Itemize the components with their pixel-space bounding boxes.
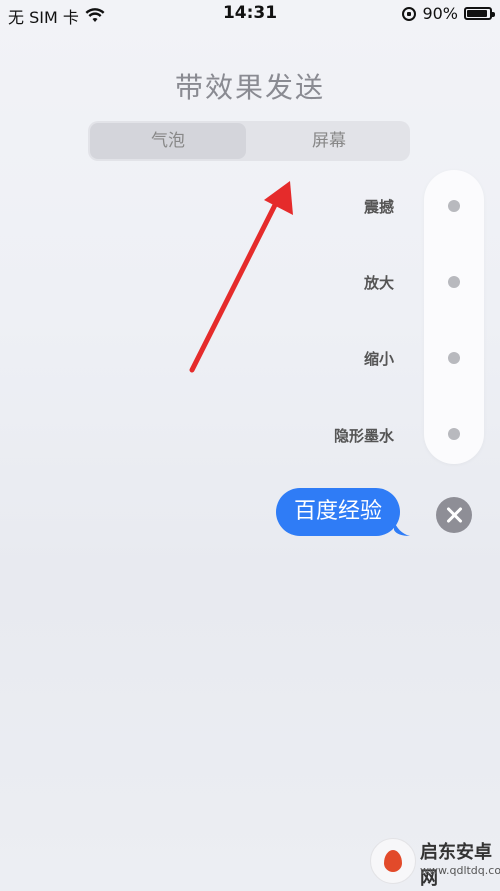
status-right: 90% bbox=[402, 4, 495, 23]
effect-type-segmented-control: 气泡 屏幕 bbox=[88, 121, 410, 161]
effect-option-loud[interactable] bbox=[448, 276, 460, 288]
effect-label-invisible-ink[interactable]: 隐形墨水 bbox=[334, 425, 394, 446]
status-bar: 无 SIM 卡 14:31 90% bbox=[0, 0, 500, 28]
page-title: 带效果发送 bbox=[174, 71, 325, 104]
effect-label-gentle[interactable]: 缩小 bbox=[364, 348, 394, 369]
battery-fill bbox=[467, 10, 487, 17]
tab-bubble[interactable]: 气泡 bbox=[90, 123, 246, 159]
message-bubble[interactable]: 百度经验 bbox=[276, 488, 401, 536]
orientation-lock-icon bbox=[402, 6, 417, 21]
watermark: 启东安卓网 www.qdltdq.com bbox=[364, 832, 500, 889]
tab-screen[interactable]: 屏幕 bbox=[250, 123, 408, 159]
watermark-url: www.qdltdq.com bbox=[420, 864, 500, 877]
bubble-tail bbox=[394, 520, 410, 536]
effect-option-invisible-ink[interactable] bbox=[448, 428, 460, 440]
battery-percent: 90% bbox=[422, 4, 458, 23]
cancel-effect-button[interactable] bbox=[436, 497, 472, 533]
battery-icon bbox=[464, 7, 495, 20]
effect-label-loud[interactable]: 放大 bbox=[364, 272, 394, 293]
effects-selector bbox=[424, 170, 484, 464]
effect-option-slam[interactable] bbox=[448, 200, 460, 212]
effect-label-slam[interactable]: 震撼 bbox=[364, 196, 394, 217]
effect-option-gentle[interactable] bbox=[448, 352, 460, 364]
watermark-logo-icon bbox=[370, 838, 416, 884]
